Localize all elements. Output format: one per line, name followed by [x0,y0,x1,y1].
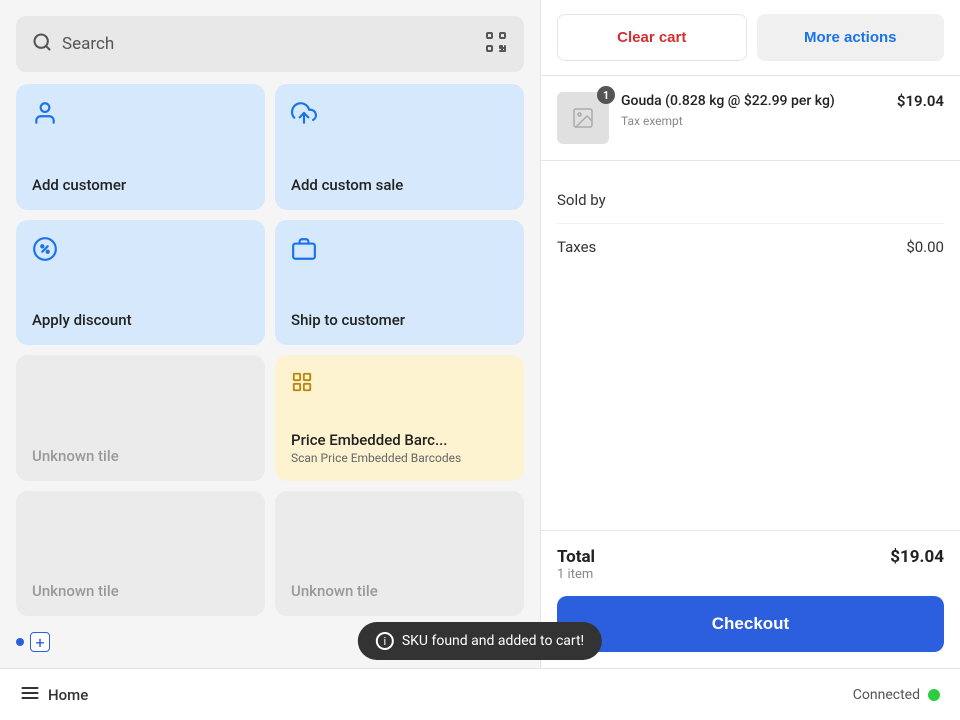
unknown-tile-2-label: Unknown tile [32,582,249,600]
cart-meta: Sold by Taxes $0.00 [541,161,960,286]
right-panel: Clear cart More actions 1 [540,0,960,668]
apply-discount-label: Apply discount [32,311,249,329]
clear-cart-button[interactable]: Clear cart [557,14,747,61]
toast-text: SKU found and added to cart! [402,633,584,649]
cart-item-image-wrapper: 1 [557,92,609,144]
search-bar[interactable]: Search [16,16,524,72]
tile-unknown-3[interactable]: Unknown tile [275,491,524,617]
ship-to-customer-label: Ship to customer [291,311,508,329]
toast-info-icon: i [376,632,394,650]
total-amount: $19.04 [890,547,944,582]
ship-to-customer-icon [291,236,508,266]
cart-header: Clear cart More actions [541,0,960,76]
taxes-value: $0.00 [906,238,944,256]
home-label: Home [48,686,88,704]
cart-item: 1 Gouda (0.828 kg @ $22.99 per kg) Tax e… [557,92,944,144]
left-panel: Search [0,0,540,668]
tile-ship-to-customer[interactable]: Ship to customer [275,220,524,346]
price-embedded-icon [291,371,508,397]
add-customer-label: Add customer [32,176,249,194]
home-nav-item[interactable]: Home [20,683,88,707]
tile-unknown-2[interactable]: Unknown tile [16,491,265,617]
tile-add-customer[interactable]: Add customer [16,84,265,210]
toast-notification: i SKU found and added to cart! [358,622,602,660]
barcode-icon[interactable] [484,30,508,58]
total-count: 1 item [557,567,595,582]
taxes-row: Taxes $0.00 [557,224,944,270]
cart-item-details: Gouda (0.828 kg @ $22.99 per kg) Tax exe… [621,92,885,128]
bottom-bar: Home Connected [0,668,960,720]
apply-discount-icon [32,236,249,266]
add-custom-sale-label: Add custom sale [291,176,508,194]
tiles-grid: Add customer Add custom sale [16,84,524,616]
cart-item-price: $19.04 [897,92,944,110]
price-embedded-label: Price Embedded Barc... [291,431,447,449]
cart-items: 1 Gouda (0.828 kg @ $22.99 per kg) Tax e… [541,76,960,161]
total-row: Total 1 item $19.04 [557,547,944,582]
tile-unknown-1[interactable]: Unknown tile [16,355,265,481]
add-page-button[interactable]: + [30,632,50,652]
cart-item-name: Gouda (0.828 kg @ $22.99 per kg) [621,92,885,112]
search-icon [32,32,52,56]
item-quantity-badge: 1 [597,86,615,104]
tile-apply-discount[interactable]: Apply discount [16,220,265,346]
connected-dot [928,689,940,701]
add-customer-icon [32,100,249,130]
dot-indicator [16,638,24,646]
more-actions-button[interactable]: More actions [757,14,945,61]
connected-label: Connected [853,687,920,703]
search-placeholder: Search [62,34,114,54]
sold-by-row: Sold by [557,177,944,224]
sold-by-label: Sold by [557,191,606,209]
add-custom-sale-icon [291,100,508,130]
cart-footer: Total 1 item $19.04 Checkout [541,530,960,668]
checkout-button[interactable]: Checkout [557,596,944,652]
hamburger-icon [20,683,40,707]
price-embedded-sublabel: Scan Price Embedded Barcodes [291,451,508,465]
total-label: Total [557,547,595,567]
cart-item-tax: Tax exempt [621,114,885,128]
unknown-tile-1-label: Unknown tile [32,447,249,465]
connection-status: Connected [853,687,940,703]
tile-add-custom-sale[interactable]: Add custom sale [275,84,524,210]
taxes-label: Taxes [557,238,596,256]
tile-price-embedded[interactable]: Price Embedded Barc... Scan Price Embedd… [275,355,524,481]
unknown-tile-3-label: Unknown tile [291,582,508,600]
